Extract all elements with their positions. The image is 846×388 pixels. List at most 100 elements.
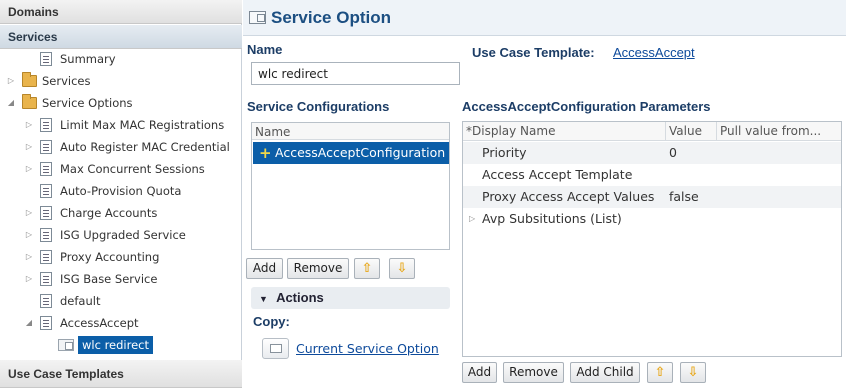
param-row[interactable]: Proxy Access Accept Values false bbox=[463, 186, 841, 208]
config-remove-button[interactable]: Remove bbox=[287, 258, 349, 279]
copy-service-option-icon[interactable] bbox=[262, 338, 289, 359]
tree-item[interactable]: ▷ Limit Max MAC Registrations bbox=[0, 114, 240, 136]
param-row[interactable]: ▷ Avp Subsitutions (List) bbox=[463, 208, 841, 230]
services-header[interactable]: Services bbox=[0, 25, 242, 49]
services-tree: Summary ▷ Services ◢ Service Options ▷ Limit M… bbox=[0, 48, 240, 360]
copy-current-service-option-link[interactable]: Current Service Option bbox=[296, 341, 439, 356]
doc-icon bbox=[40, 316, 52, 330]
param-remove-button[interactable]: Remove bbox=[503, 362, 564, 383]
config-add-button[interactable]: Add bbox=[246, 258, 283, 279]
summary-doc-icon bbox=[40, 52, 52, 66]
tree-item-label: wlc redirect bbox=[78, 336, 154, 354]
tree-item-label: Proxy Accounting bbox=[60, 250, 160, 264]
tree-item[interactable]: ▷ ISG Base Service bbox=[0, 268, 240, 290]
tree-item[interactable]: Auto-Provision Quota bbox=[0, 180, 240, 202]
config-move-down-button[interactable]: ⇩ bbox=[389, 258, 415, 279]
tree-item-label: AccessAccept bbox=[60, 316, 139, 330]
tree-item[interactable]: wlc redirect bbox=[0, 334, 240, 356]
collapse-triangle-icon: ▼ bbox=[259, 294, 268, 304]
service-option-icon bbox=[249, 11, 266, 24]
actions-section-header[interactable]: ▼ Actions bbox=[251, 287, 450, 309]
use-case-templates-header[interactable]: Use Case Templates bbox=[0, 360, 242, 388]
doc-icon bbox=[40, 294, 52, 308]
param-row[interactable]: Access Accept Template bbox=[463, 164, 841, 186]
collapsed-arrow-icon[interactable]: ▷ bbox=[24, 246, 34, 268]
config-item-label: AccessAcceptConfiguration bbox=[275, 145, 446, 160]
param-name: Proxy Access Accept Values bbox=[482, 189, 655, 204]
tree-item-label: Charge Accounts bbox=[60, 206, 158, 220]
arrow-down-icon: ⇩ bbox=[396, 261, 408, 276]
arrow-up-icon: ⇧ bbox=[654, 365, 666, 380]
doc-icon bbox=[40, 162, 52, 176]
tree-item-label: ISG Upgraded Service bbox=[60, 228, 186, 242]
tree-item[interactable]: Summary bbox=[0, 48, 240, 70]
domains-header[interactable]: Domains bbox=[0, 0, 242, 24]
config-list-item-selected[interactable]: + AccessAcceptConfiguration bbox=[253, 142, 449, 164]
tree-item[interactable]: default bbox=[0, 290, 240, 312]
navigation-panel: Domains Services Summary ▷ Services ◢ Servic… bbox=[0, 0, 242, 388]
folder-icon bbox=[22, 94, 37, 109]
tree-item-label: ISG Base Service bbox=[60, 272, 158, 286]
param-move-up-button[interactable]: ⇧ bbox=[647, 362, 673, 383]
tree-item[interactable]: ◢ AccessAccept bbox=[0, 312, 240, 334]
service-option-editor: Service Option Name Use Case Template: A… bbox=[243, 0, 846, 388]
param-header-value[interactable]: Value bbox=[666, 122, 717, 141]
param-name: Priority bbox=[482, 145, 527, 160]
collapsed-arrow-icon[interactable]: ▷ bbox=[24, 158, 34, 180]
parameters-table[interactable]: *Display Name Value Pull value from... P… bbox=[462, 121, 842, 357]
title-bar: Service Option bbox=[243, 0, 846, 36]
tree-item[interactable]: ▷ Services bbox=[0, 70, 240, 92]
tree-item-label: Limit Max MAC Registrations bbox=[60, 118, 225, 132]
params-label: AccessAcceptConfiguration Parameters bbox=[462, 99, 711, 114]
doc-icon bbox=[40, 184, 52, 198]
param-name: Avp Subsitutions (List) bbox=[482, 211, 622, 226]
tree-item[interactable]: ◢ Service Options bbox=[0, 92, 240, 114]
tree-item[interactable]: ▷ ISG Upgraded Service bbox=[0, 224, 240, 246]
param-name: Access Accept Template bbox=[482, 167, 633, 182]
service-configurations-list[interactable]: Name + AccessAcceptConfiguration bbox=[251, 122, 450, 250]
use-case-template-link[interactable]: AccessAccept bbox=[613, 45, 695, 60]
expanded-arrow-icon[interactable]: ◢ bbox=[6, 92, 16, 114]
tree-item[interactable]: ▷ Proxy Accounting bbox=[0, 246, 240, 268]
page-title: Service Option bbox=[271, 8, 391, 27]
arrow-up-icon: ⇧ bbox=[361, 261, 373, 276]
service-option-icon bbox=[58, 339, 74, 351]
param-add-child-button[interactable]: Add Child bbox=[570, 362, 640, 383]
collapsed-arrow-icon[interactable]: ▷ bbox=[469, 208, 475, 230]
tree-item[interactable]: ▷ Max Concurrent Sessions bbox=[0, 158, 240, 180]
collapsed-arrow-icon[interactable]: ▷ bbox=[6, 70, 16, 92]
tree-item-label: Service Options bbox=[42, 96, 133, 110]
collapsed-arrow-icon[interactable]: ▷ bbox=[24, 268, 34, 290]
collapsed-arrow-icon[interactable]: ▷ bbox=[24, 136, 34, 158]
folder-icon bbox=[22, 72, 37, 87]
tree-item-label: Auto-Provision Quota bbox=[60, 184, 182, 198]
name-input[interactable] bbox=[251, 62, 460, 85]
param-value[interactable]: 0 bbox=[669, 142, 677, 164]
config-list-header[interactable]: Name bbox=[252, 123, 449, 140]
tree-item[interactable]: ▷ Auto Register MAC Credential bbox=[0, 136, 240, 158]
doc-icon bbox=[40, 228, 52, 242]
param-header-pull-value[interactable]: Pull value from... bbox=[717, 122, 841, 141]
param-value[interactable]: false bbox=[669, 186, 699, 208]
use-case-template-label: Use Case Template: bbox=[472, 45, 595, 60]
tree-item-label: default bbox=[60, 294, 101, 308]
param-row[interactable]: Priority 0 bbox=[463, 142, 841, 164]
expanded-arrow-icon[interactable]: ◢ bbox=[24, 312, 34, 334]
doc-icon bbox=[40, 250, 52, 264]
plus-icon: + bbox=[259, 144, 272, 162]
collapsed-arrow-icon[interactable]: ▷ bbox=[24, 224, 34, 246]
tree-item-label: Max Concurrent Sessions bbox=[60, 162, 205, 176]
param-header-display-name[interactable]: *Display Name bbox=[463, 122, 666, 141]
actions-label: Actions bbox=[276, 290, 324, 305]
collapsed-arrow-icon[interactable]: ▷ bbox=[24, 114, 34, 136]
service-configurations-label: Service Configurations bbox=[247, 99, 390, 114]
param-move-down-button[interactable]: ⇩ bbox=[680, 362, 706, 383]
collapsed-arrow-icon[interactable]: ▷ bbox=[24, 202, 34, 224]
config-move-up-button[interactable]: ⇧ bbox=[354, 258, 380, 279]
tree-item-label: Summary bbox=[60, 52, 116, 66]
doc-icon bbox=[40, 140, 52, 154]
tree-item[interactable]: ▷ Charge Accounts bbox=[0, 202, 240, 224]
param-add-button[interactable]: Add bbox=[462, 362, 497, 383]
name-label: Name bbox=[247, 42, 283, 57]
tree-item-label: Auto Register MAC Credential bbox=[60, 140, 230, 154]
